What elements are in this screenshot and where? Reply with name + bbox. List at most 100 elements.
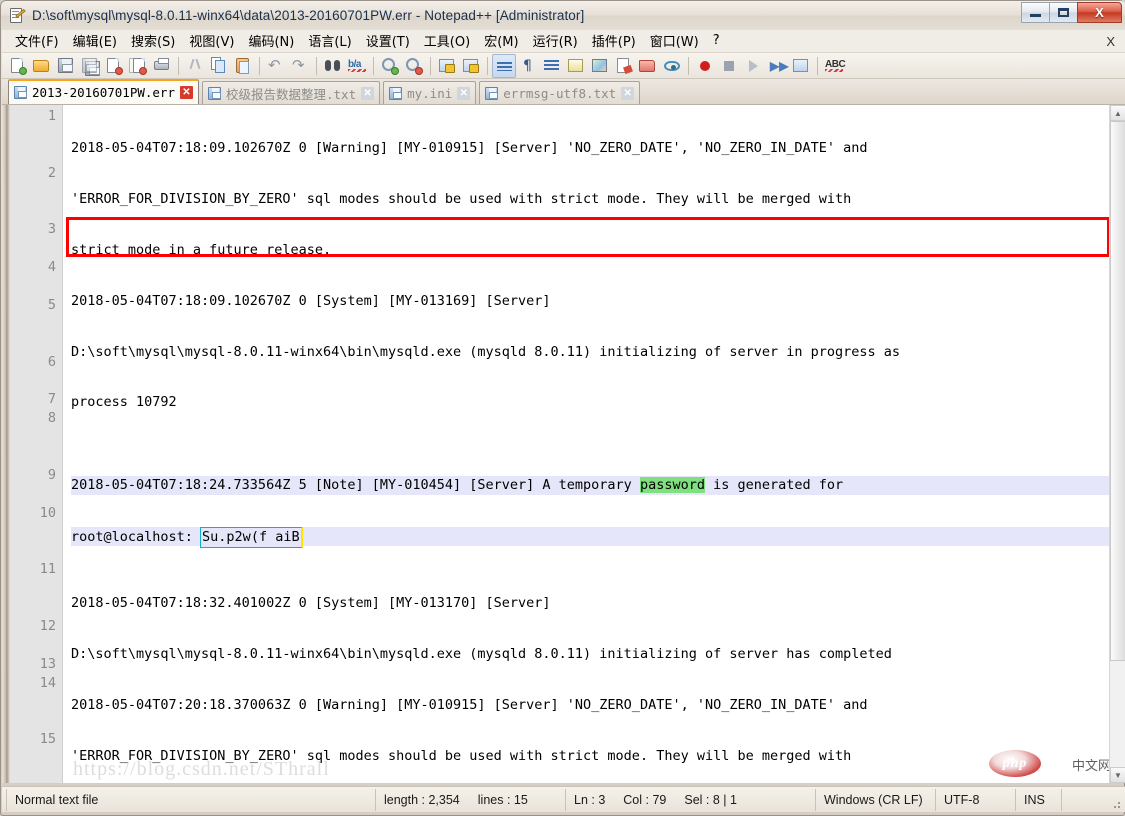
window-title: D:\soft\mysql\mysql-8.0.11-winx64\data\2… [32,8,585,23]
menu-item-search[interactable]: 搜索(S) [124,29,182,53]
undo-icon[interactable]: ↶ [264,54,288,78]
play-macro-icon[interactable] [741,54,765,78]
close-all-icon[interactable] [126,54,150,78]
close-icon[interactable]: ✕ [361,86,375,100]
line-number: 11 [39,561,56,578]
save-icon[interactable] [54,54,78,78]
vertical-scrollbar[interactable]: ▲ ▼ [1109,105,1125,783]
indent-guide-icon[interactable] [540,54,564,78]
replace-icon[interactable]: b/a [345,54,369,78]
menu-item-macro[interactable]: 宏(M) [477,29,525,53]
open-file-icon[interactable] [30,54,54,78]
save-all-icon[interactable] [78,54,102,78]
menu-item-edit[interactable]: 编辑(E) [66,29,124,53]
tab-my-ini[interactable]: my.ini ✕ [383,81,477,104]
editor-area[interactable]: 1 2 3 4 5 6 7 8 9 10 11 12 13 14 15 2018… [2,105,1125,783]
selected-password-text[interactable]: Su.p2w(f aiB [200,527,303,549]
toolbar: ↶ ↷ b/a ¶ ▶▶ ABC [2,53,1125,79]
tab-errmsg-utf8-txt[interactable]: errmsg-utf8.txt ✕ [479,81,641,104]
status-encoding[interactable]: UTF-8 [936,788,1016,811]
status-file-type: Normal text file [6,788,376,811]
menu-item-window[interactable]: 窗口(W) [643,29,706,53]
menu-item-encoding[interactable]: 编码(N) [241,29,301,53]
line-number: 2 [47,164,56,181]
menu-item-file[interactable]: 文件(F) [8,29,66,53]
tab-xiaoji-baogao-shuju-zhengli-txt[interactable]: 校级报告数据整理.txt ✕ [202,81,381,104]
minimize-button[interactable] [1021,2,1050,23]
document-preview-icon[interactable] [660,54,684,78]
close-file-icon[interactable] [102,54,126,78]
watermark-url: https://blog.csdn.net/SThrall [73,758,330,780]
function-list-icon[interactable] [612,54,636,78]
sync-horizontal-scroll-icon[interactable] [459,54,483,78]
new-file-icon[interactable] [6,54,30,78]
spell-check-icon[interactable]: ABC [822,54,846,78]
title-bar[interactable]: D:\soft\mysql\mysql-8.0.11-winx64\data\2… [1,1,1125,30]
copy-icon[interactable] [207,54,231,78]
tab-label: errmsg-utf8.txt [503,85,617,101]
record-macro-icon[interactable] [693,54,717,78]
text-line: D:\soft\mysql\mysql-8.0.11-winx64\bin\my… [71,646,892,663]
menu-item-language[interactable]: 语言(L) [301,29,358,53]
scroll-up-icon[interactable]: ▲ [1110,105,1125,121]
status-eol-format[interactable]: Windows (CR LF) [816,788,936,811]
user-defined-language-icon[interactable] [564,54,588,78]
folder-as-workspace-icon[interactable] [636,54,660,78]
status-insert-mode[interactable]: INS [1016,788,1062,811]
print-icon[interactable] [150,54,174,78]
line3-wrap-prefix: root@localhost: [71,529,202,546]
stop-recording-icon[interactable] [717,54,741,78]
zoom-in-icon[interactable] [378,54,402,78]
menu-item-settings[interactable]: 设置(T) [359,29,417,53]
saved-file-icon [485,86,499,100]
text-line: strict mode in a future release. [71,241,332,258]
tab-label: my.ini [407,85,453,101]
close-icon[interactable]: ✕ [180,86,193,99]
status-sel: Sel : 8 | 1 [684,792,737,807]
text-line-highlighted-wrap: root@localhost: Su.p2w(f aiB [71,527,1125,549]
sync-vertical-scroll-icon[interactable] [435,54,459,78]
close-document-button[interactable]: X [1106,34,1115,49]
menu-item-run[interactable]: 运行(R) [526,29,585,53]
line-number: 10 [39,504,56,521]
saved-file-icon [389,86,403,100]
line-number: 9 [47,466,56,483]
line-number: 4 [47,259,56,276]
menu-item-plugins[interactable]: 插件(P) [585,29,643,53]
close-icon[interactable]: ✕ [457,86,471,100]
show-all-characters-icon[interactable]: ¶ [516,54,540,78]
toolbar-separator [430,56,431,75]
toolbar-separator [688,56,689,75]
document-map-icon[interactable] [588,54,612,78]
menu-item-view[interactable]: 视图(V) [182,29,241,53]
paste-icon[interactable] [231,54,255,78]
editor-left-margin [2,105,10,783]
cut-icon[interactable] [183,54,207,78]
tab-2013-20160701pw-err[interactable]: 2013-20160701PW.err ✕ [8,79,199,104]
close-icon[interactable]: ✕ [621,86,635,100]
text-line: 2018-05-04T07:18:09.102670Z 0 [Warning] … [71,140,868,156]
text-line-highlighted: 2018-05-04T07:18:24.733564Z 5 [Note] [MY… [71,476,1125,496]
text-line: D:\soft\mysql\mysql-8.0.11-winx64\bin\my… [71,343,901,360]
run-macro-multiple-icon[interactable]: ▶▶ [765,54,789,78]
line-number-gutter: 1 2 3 4 5 6 7 8 9 10 11 12 13 14 15 [10,105,63,783]
scroll-down-icon[interactable]: ▼ [1110,767,1125,783]
zoom-out-icon[interactable] [402,54,426,78]
text-line: 2018-05-04T07:20:18.370063Z 0 [Warning] … [71,696,868,713]
status-ln: Ln : 3 [574,792,606,807]
line-number: 3 [47,221,56,238]
resize-grip[interactable] [1110,798,1122,810]
text-content[interactable]: 2018-05-04T07:18:09.102670Z 0 [Warning] … [63,105,1125,783]
redo-icon[interactable]: ↷ [288,54,312,78]
find-icon[interactable] [321,54,345,78]
word-wrap-icon[interactable] [492,53,516,78]
status-length: length : 2,354 [384,792,460,807]
status-bar: Normal text file length : 2,354 lines : … [2,786,1125,812]
scrollbar-thumb[interactable] [1110,121,1125,661]
close-button[interactable]: X [1077,2,1122,23]
maximize-button[interactable] [1049,2,1078,23]
menu-item-help[interactable]: ? [706,31,727,51]
menu-item-tools[interactable]: 工具(O) [417,29,477,53]
save-macro-icon[interactable] [789,54,813,78]
tab-bar: 2013-20160701PW.err ✕ 校级报告数据整理.txt ✕ my.… [2,79,1125,105]
